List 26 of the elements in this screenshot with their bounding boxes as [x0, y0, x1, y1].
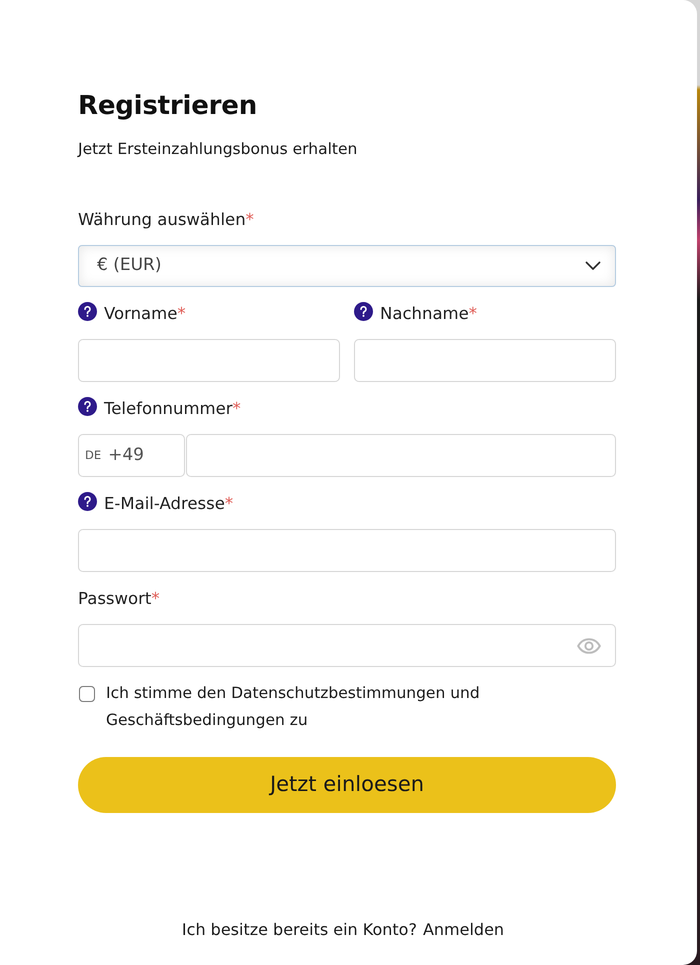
phone-field[interactable]: [186, 434, 616, 477]
field-label: Vorname*: [104, 303, 186, 325]
help-icon[interactable]: [78, 396, 97, 416]
login-link[interactable]: Anmelden: [422, 918, 504, 942]
field-label: Passwort*: [78, 588, 160, 610]
email-field[interactable]: [78, 529, 616, 572]
consent-text: Ich stimme den Datenschutzbestimmungen und Geschäftsbedingungen zu: [106, 683, 481, 731]
submit-button[interactable]: Jetzt einloesen: [78, 757, 616, 813]
text-field[interactable]: [354, 339, 616, 382]
consent-checkbox[interactable]: [79, 686, 95, 702]
country-code-selector[interactable]: DE +49: [78, 434, 185, 477]
form-title: Registrieren: [78, 90, 258, 123]
field-label: Telefonnummer*: [104, 398, 241, 420]
field-label: E-Mail-Adresse*: [104, 493, 234, 515]
chevron-down-icon: [585, 261, 601, 271]
help-icon[interactable]: [78, 302, 97, 320]
form-subtitle: Jetzt Ersteinzahlungsbonus erhalten: [78, 139, 358, 160]
eye-icon[interactable]: [577, 638, 601, 654]
field-label: Nachname*: [380, 303, 478, 325]
login-prompt: Ich besitze bereits ein Konto?: [182, 919, 417, 941]
field-label: Währung auswählen*: [78, 209, 254, 231]
currency-select[interactable]: € (EUR): [78, 245, 616, 287]
password-field[interactable]: [78, 624, 616, 667]
help-icon[interactable]: [78, 492, 97, 510]
text-field[interactable]: [78, 339, 340, 382]
help-icon[interactable]: [354, 302, 373, 320]
